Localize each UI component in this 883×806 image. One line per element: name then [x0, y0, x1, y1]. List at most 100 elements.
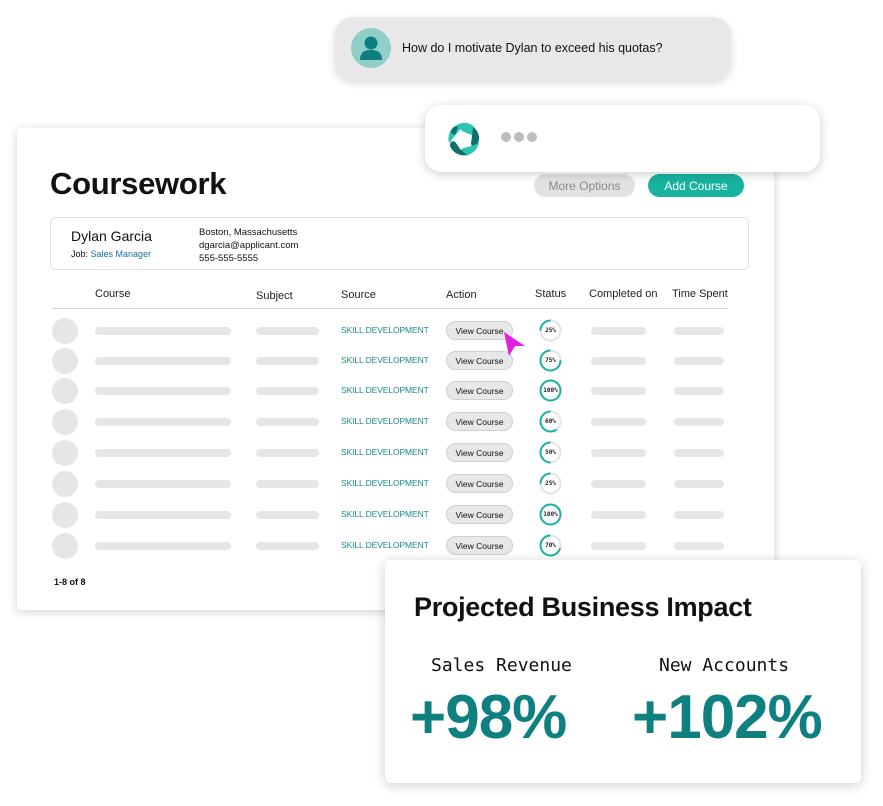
time-spent-placeholder — [674, 387, 724, 395]
time-spent-placeholder — [674, 480, 724, 488]
subject-placeholder — [256, 449, 319, 457]
status-percent: 60% — [545, 418, 556, 425]
pagination-info: 1-8 of 8 — [54, 577, 86, 587]
status-progress-ring: 60% — [539, 410, 562, 433]
view-course-button[interactable]: View Course — [446, 412, 513, 431]
job-label: Job: — [71, 249, 89, 259]
user-chat-bubble: How do I motivate Dylan to exceed his qu… — [335, 17, 731, 80]
mouse-cursor-icon — [504, 332, 525, 356]
completed-on-placeholder — [591, 357, 646, 365]
source-link[interactable]: SKILL DEVELOPMENT — [341, 447, 429, 457]
user-question: How do I motivate Dylan to exceed his qu… — [402, 41, 663, 55]
status-progress-ring: 100% — [539, 503, 562, 526]
more-options-button[interactable]: More Options — [534, 174, 635, 197]
course-name-placeholder — [95, 542, 231, 550]
table-row[interactable]: SKILL DEVELOPMENT View Course 60% — [52, 409, 742, 440]
profile-summary: Dylan Garcia Job: Sales Manager Boston, … — [50, 217, 749, 270]
source-link[interactable]: SKILL DEVELOPMENT — [341, 416, 429, 426]
table-row[interactable]: SKILL DEVELOPMENT View Course 100% — [52, 378, 742, 409]
profile-location: Boston, Massachusetts — [199, 227, 298, 238]
metric-label-sales-revenue: Sales Revenue — [431, 655, 572, 676]
course-thumbnail-placeholder — [52, 471, 78, 497]
completed-on-placeholder — [591, 542, 646, 550]
source-link[interactable]: SKILL DEVELOPMENT — [341, 478, 429, 488]
business-impact-card: Projected Business Impact Sales Revenue … — [385, 560, 861, 783]
source-link[interactable]: SKILL DEVELOPMENT — [341, 325, 429, 335]
completed-on-placeholder — [591, 480, 646, 488]
subject-placeholder — [256, 387, 319, 395]
view-course-button[interactable]: View Course — [446, 474, 513, 493]
course-name-placeholder — [95, 511, 231, 519]
time-spent-placeholder — [674, 327, 724, 335]
subject-placeholder — [256, 327, 319, 335]
assistant-chat-bubble — [425, 105, 820, 172]
table-row[interactable]: SKILL DEVELOPMENT View Course 75% — [52, 348, 742, 379]
completed-on-placeholder — [591, 387, 646, 395]
table-row[interactable]: SKILL DEVELOPMENT View Course 100% — [52, 502, 742, 533]
completed-on-placeholder — [591, 418, 646, 426]
course-thumbnail-placeholder — [52, 318, 78, 344]
view-course-button[interactable]: View Course — [446, 505, 513, 524]
view-course-button[interactable]: View Course — [446, 381, 513, 400]
status-progress-ring: 25% — [539, 319, 562, 342]
profile-phone: 555-555-5555 — [199, 253, 259, 264]
status-percent: 75% — [545, 357, 556, 364]
status-progress-ring: 50% — [539, 441, 562, 464]
add-course-button[interactable]: Add Course — [648, 174, 744, 197]
status-percent: 25% — [545, 327, 556, 334]
course-name-placeholder — [95, 357, 231, 365]
time-spent-placeholder — [674, 449, 724, 457]
subject-placeholder — [256, 357, 319, 365]
source-link[interactable]: SKILL DEVELOPMENT — [341, 355, 429, 365]
completed-on-placeholder — [591, 511, 646, 519]
time-spent-placeholder — [674, 357, 724, 365]
profile-contact: Boston, Massachusetts dgarcia@applicant.… — [199, 226, 298, 265]
status-percent: 25% — [545, 480, 556, 487]
column-header-subject[interactable]: Subject — [256, 290, 293, 302]
course-thumbnail-placeholder — [52, 378, 78, 404]
table-row[interactable]: SKILL DEVELOPMENT View Course 50% — [52, 440, 742, 471]
status-progress-ring: 75% — [539, 349, 562, 372]
source-link[interactable]: SKILL DEVELOPMENT — [341, 509, 429, 519]
column-header-course[interactable]: Course — [95, 288, 130, 300]
source-link[interactable]: SKILL DEVELOPMENT — [341, 385, 429, 395]
status-percent: 100% — [543, 511, 558, 518]
table-row[interactable]: SKILL DEVELOPMENT View Course 25% — [52, 471, 742, 502]
view-course-button[interactable]: View Course — [446, 536, 513, 555]
subject-placeholder — [256, 511, 319, 519]
subject-placeholder — [256, 480, 319, 488]
metric-label-new-accounts: New Accounts — [659, 655, 790, 676]
typing-dot — [527, 132, 537, 142]
coursework-card: Coursework More Options Add Course Dylan… — [17, 128, 774, 610]
typing-dot — [501, 132, 511, 142]
impact-title: Projected Business Impact — [414, 592, 752, 622]
profile-email: dgarcia@applicant.com — [199, 240, 299, 251]
triskelion-logo-icon — [448, 122, 480, 156]
column-header-source[interactable]: Source — [341, 289, 376, 301]
subject-placeholder — [256, 418, 319, 426]
typing-indicator — [501, 132, 537, 142]
status-percent: 70% — [545, 542, 556, 549]
status-percent: 50% — [545, 449, 556, 456]
column-header-time-spent[interactable]: Time Spent — [672, 288, 728, 300]
course-name-placeholder — [95, 449, 231, 457]
status-progress-ring: 25% — [539, 472, 562, 495]
status-progress-ring: 70% — [539, 534, 562, 557]
course-thumbnail-placeholder — [52, 533, 78, 559]
view-course-button[interactable]: View Course — [446, 443, 513, 462]
table-row[interactable]: SKILL DEVELOPMENT View Course 25% — [52, 318, 742, 349]
time-spent-placeholder — [674, 418, 724, 426]
column-header-status[interactable]: Status — [535, 288, 566, 300]
job-value[interactable]: Sales Manager — [91, 249, 152, 259]
column-header-action[interactable]: Action — [446, 289, 477, 301]
column-header-completed-on[interactable]: Completed on — [589, 288, 658, 300]
profile-name: Dylan Garcia — [71, 228, 152, 244]
subject-placeholder — [256, 542, 319, 550]
course-name-placeholder — [95, 327, 231, 335]
metric-value-sales-revenue: +98% — [410, 683, 567, 752]
person-icon — [351, 28, 391, 68]
time-spent-placeholder — [674, 511, 724, 519]
course-thumbnail-placeholder — [52, 409, 78, 435]
source-link[interactable]: SKILL DEVELOPMENT — [341, 540, 429, 550]
course-thumbnail-placeholder — [52, 502, 78, 528]
